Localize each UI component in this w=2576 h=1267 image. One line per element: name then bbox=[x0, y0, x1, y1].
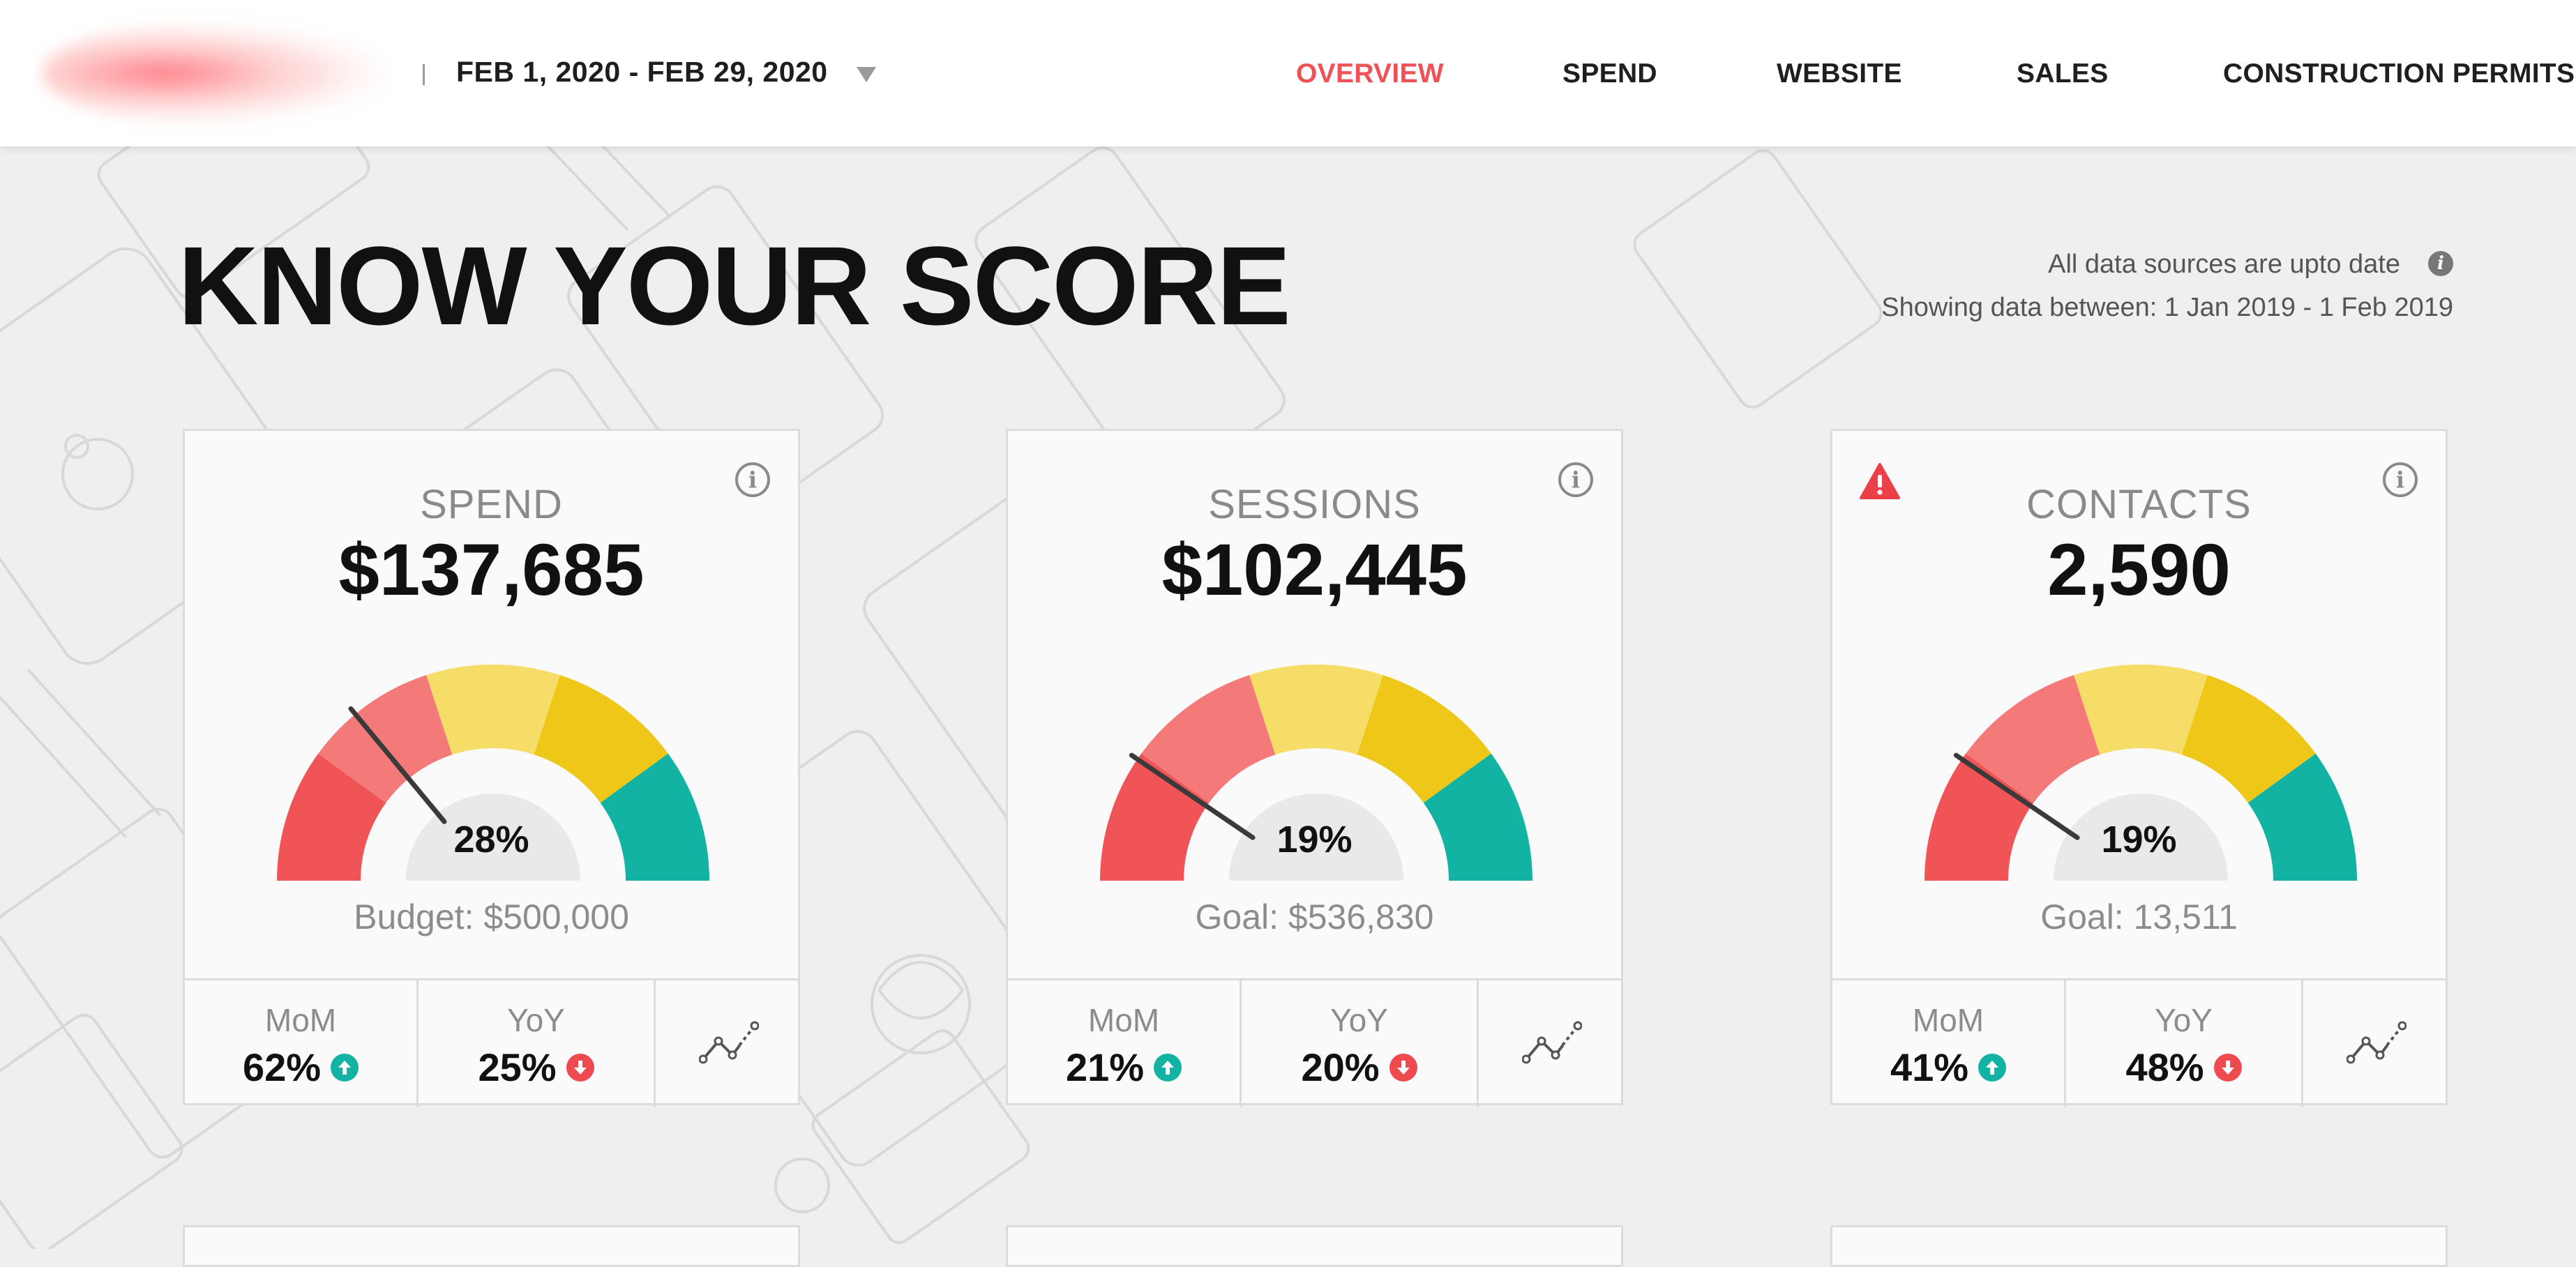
trend-button[interactable] bbox=[656, 980, 798, 1107]
gauge-percent: 28% bbox=[453, 819, 529, 860]
mom-value-wrap: 21% bbox=[1008, 1045, 1240, 1090]
yoy-cell: YoY 20% bbox=[1242, 980, 1479, 1107]
arrow-down-circle-icon bbox=[2213, 1054, 2242, 1082]
mom-label: MoM bbox=[1912, 1002, 1984, 1038]
nav-tab-construction-permits[interactable]: CONSTRUCTION PERMITS bbox=[2223, 59, 2575, 89]
arrow-up-circle-icon bbox=[1978, 1054, 2007, 1082]
yoy-cell: YoY 25% bbox=[419, 980, 656, 1107]
mom-value-wrap: 41% bbox=[1832, 1045, 2064, 1090]
top-navigation-bar: FEB 1, 2020 - FEB 29, 2020 OVERVIEW SPEN… bbox=[0, 0, 2576, 146]
data-status-text: All data sources are upto date bbox=[2048, 250, 2400, 279]
yoy-value: 20% bbox=[1301, 1045, 1380, 1089]
yoy-cell: YoY 48% bbox=[2066, 980, 2303, 1107]
data-range-text: Showing data between: 1 Jan 2019 - 1 Feb… bbox=[1881, 293, 2453, 322]
yoy-value: 25% bbox=[478, 1045, 557, 1089]
kpi-card-contacts: i CONTACTS 2,590 19% Goal: 13,511 MoM 41… bbox=[1830, 429, 2448, 1107]
card-label: SESSIONS bbox=[1208, 482, 1421, 527]
mom-value: 21% bbox=[1065, 1045, 1145, 1089]
nav-tab-website[interactable]: WEBSITE bbox=[1777, 59, 1902, 89]
trend-button[interactable] bbox=[2303, 980, 2446, 1107]
card-footer: MoM 41% YoY 48% bbox=[1832, 978, 2446, 1107]
yoy-label: YoY bbox=[507, 1002, 565, 1038]
mom-label: MoM bbox=[1087, 1002, 1160, 1038]
arrow-down-circle-icon bbox=[566, 1054, 594, 1082]
trend-line-icon bbox=[1522, 1021, 1582, 1064]
card-value: $102,445 bbox=[1161, 529, 1468, 611]
page-title: KNOW YOUR SCORE bbox=[178, 223, 1291, 348]
yoy-label: YoY bbox=[1330, 1002, 1388, 1038]
info-icon[interactable]: i bbox=[2428, 251, 2453, 276]
kpi-card-next-2 bbox=[1006, 1225, 1623, 1267]
nav-tab-overview[interactable]: OVERVIEW bbox=[1296, 59, 1444, 89]
trend-line-icon bbox=[699, 1021, 759, 1064]
gauge-percent: 19% bbox=[1276, 819, 1353, 860]
mom-cell: MoM 62% bbox=[185, 980, 419, 1107]
card-label: SPEND bbox=[420, 482, 563, 527]
caret-down-icon[interactable] bbox=[857, 67, 876, 82]
card-value: 2,590 bbox=[2047, 529, 2231, 611]
gauge-target: Goal: 13,511 bbox=[2040, 897, 2238, 936]
gauge-target: Goal: $536,830 bbox=[1195, 897, 1434, 936]
trend-line-icon bbox=[2347, 1021, 2406, 1064]
kpi-card-spend: i SPEND $137,685 28% Budget: $500,000 Mo… bbox=[183, 429, 800, 1107]
arrow-up-circle-icon bbox=[1154, 1054, 1182, 1082]
yoy-label: YoY bbox=[2155, 1002, 2213, 1038]
yoy-value: 48% bbox=[2125, 1045, 2204, 1089]
trend-button[interactable] bbox=[1479, 980, 1621, 1107]
date-range-selector[interactable]: FEB 1, 2020 - FEB 29, 2020 bbox=[456, 56, 828, 89]
card-label: CONTACTS bbox=[2026, 482, 2252, 527]
mom-value-wrap: 62% bbox=[185, 1045, 416, 1090]
nav-tab-sales[interactable]: SALES bbox=[2017, 59, 2109, 89]
yoy-value-wrap: 48% bbox=[2066, 1045, 2301, 1090]
gauge-percent: 19% bbox=[2101, 819, 2177, 860]
mom-cell: MoM 21% bbox=[1008, 980, 1242, 1107]
arrow-up-circle-icon bbox=[331, 1054, 359, 1082]
header-divider bbox=[423, 64, 425, 85]
kpi-card-next-1 bbox=[183, 1225, 800, 1267]
mom-label: MoM bbox=[264, 1002, 337, 1038]
brand-logo-blurred[interactable] bbox=[42, 21, 391, 126]
arrow-down-circle-icon bbox=[1389, 1054, 1417, 1082]
card-footer: MoM 62% YoY 25% bbox=[185, 978, 798, 1107]
mom-cell: MoM 41% bbox=[1832, 980, 2066, 1107]
yoy-value-wrap: 25% bbox=[419, 1045, 654, 1090]
kpi-card-sessions: i SESSIONS $102,445 19% Goal: $536,830 M… bbox=[1006, 429, 1623, 1107]
gauge-target: Budget: $500,000 bbox=[354, 897, 629, 936]
yoy-value-wrap: 20% bbox=[1242, 1045, 1477, 1090]
nav-tab-spend[interactable]: SPEND bbox=[1562, 59, 1657, 89]
mom-value: 41% bbox=[1890, 1045, 1969, 1089]
kpi-card-next-3 bbox=[1830, 1225, 2448, 1267]
card-value: $137,685 bbox=[338, 529, 645, 611]
mom-value: 62% bbox=[242, 1045, 322, 1089]
card-footer: MoM 21% YoY 20% bbox=[1008, 978, 1621, 1107]
